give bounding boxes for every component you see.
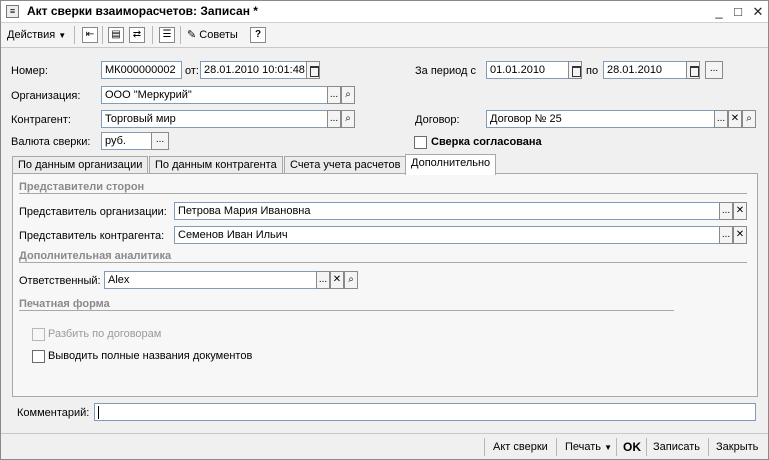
footer-separator bbox=[646, 438, 647, 456]
dropdown-arrow-icon: ▼ bbox=[604, 443, 613, 452]
select-button[interactable]: ... bbox=[719, 226, 733, 244]
advice-icon: ✎ bbox=[187, 29, 197, 41]
actions-menu[interactable]: Действия ▼ bbox=[7, 26, 66, 44]
period-to-field[interactable]: 28.01.2010 bbox=[603, 61, 687, 79]
org-rep-field[interactable]: Петрова Мария Ивановна bbox=[174, 202, 720, 220]
counterparty-field[interactable]: Торговый мир bbox=[101, 110, 328, 128]
move-left-icon[interactable]: ⇤ bbox=[82, 27, 98, 43]
number-field[interactable]: МК000000002 bbox=[101, 61, 182, 79]
dropdown-arrow-icon: ▼ bbox=[58, 31, 67, 40]
advice-label: Советы bbox=[199, 29, 238, 41]
act-button[interactable]: Акт сверки bbox=[493, 438, 548, 456]
document-icon: ≡ bbox=[6, 5, 19, 18]
section-divider bbox=[19, 310, 674, 311]
help-button[interactable]: ? bbox=[250, 27, 266, 43]
print-label: Печать bbox=[565, 441, 602, 453]
footer-bar: Акт сверки Печать ▼ OK Записать Закрыть bbox=[1, 433, 768, 459]
select-button[interactable]: ... bbox=[327, 110, 341, 128]
toolbar-separator bbox=[180, 26, 181, 44]
split-by-contracts-label: Разбить по договорам bbox=[48, 328, 162, 340]
text-cursor bbox=[98, 405, 99, 419]
search-icon[interactable]: ⌕ bbox=[742, 110, 756, 128]
toolbar-separator bbox=[74, 26, 75, 44]
date-label: от: bbox=[185, 65, 199, 77]
organization-label: Организация: bbox=[11, 90, 81, 102]
tab-panel: Представители сторон Представитель орган… bbox=[12, 173, 758, 397]
ok-button[interactable]: OK bbox=[623, 438, 641, 456]
cp-rep-label: Представитель контрагента: bbox=[19, 230, 165, 242]
section-title-print-form: Печатная форма bbox=[19, 298, 110, 310]
close-window-button[interactable]: ✕ bbox=[750, 4, 766, 20]
period-select-button[interactable]: ... bbox=[705, 61, 723, 79]
structure-icon[interactable]: ⇄ bbox=[129, 27, 145, 43]
tab-organization-data[interactable]: По данным организации bbox=[12, 156, 149, 174]
date-field[interactable]: 28.01.2010 10:01:48 bbox=[200, 61, 307, 79]
responsible-field[interactable]: Alex bbox=[104, 271, 317, 289]
journal-icon[interactable]: ☰ bbox=[159, 27, 175, 43]
contract-field[interactable]: Договор № 25 bbox=[486, 110, 715, 128]
currency-label: Валюта сверки: bbox=[11, 136, 91, 148]
tab-counterparty-data[interactable]: По данным контрагента bbox=[149, 156, 283, 174]
minimize-button[interactable]: _ bbox=[711, 4, 727, 20]
footer-separator bbox=[484, 438, 485, 456]
toolbar: Действия ▼ ⇤ ▤ ⇄ ☰ ✎ Советы ? bbox=[1, 23, 768, 48]
document-view-icon[interactable]: ▤ bbox=[108, 27, 124, 43]
counterparty-label: Контрагент: bbox=[11, 114, 71, 126]
calendar-icon[interactable] bbox=[306, 61, 320, 79]
document-window: ≡ Акт сверки взаиморасчетов: Записан * _… bbox=[0, 0, 769, 460]
section-title-representatives: Представители сторон bbox=[19, 181, 145, 193]
agreed-label: Сверка согласована bbox=[431, 136, 542, 148]
select-button[interactable]: ... bbox=[327, 86, 341, 104]
split-by-contracts-checkbox[interactable] bbox=[32, 328, 45, 341]
section-divider bbox=[19, 262, 747, 263]
calendar-icon[interactable] bbox=[686, 61, 700, 79]
clear-icon[interactable]: ✕ bbox=[330, 271, 344, 289]
toolbar-separator bbox=[102, 26, 103, 44]
print-menu[interactable]: Печать ▼ bbox=[565, 438, 612, 456]
search-icon[interactable]: ⌕ bbox=[344, 271, 358, 289]
organization-field[interactable]: ООО "Меркурий" bbox=[101, 86, 328, 104]
select-button[interactable]: ... bbox=[151, 132, 169, 150]
currency-field[interactable]: руб. bbox=[101, 132, 152, 150]
actions-label: Действия bbox=[7, 29, 56, 41]
footer-separator bbox=[616, 438, 617, 456]
section-title-analytics: Дополнительная аналитика bbox=[19, 250, 172, 262]
select-button[interactable]: ... bbox=[714, 110, 728, 128]
search-icon[interactable]: ⌕ bbox=[341, 110, 355, 128]
maximize-button[interactable]: □ bbox=[730, 4, 746, 20]
clear-icon[interactable]: ✕ bbox=[733, 202, 747, 220]
section-divider bbox=[19, 193, 747, 194]
title-bar: ≡ Акт сверки взаиморасчетов: Записан * _… bbox=[1, 1, 768, 23]
toolbar-separator bbox=[152, 26, 153, 44]
search-icon[interactable]: ⌕ bbox=[341, 86, 355, 104]
clear-icon[interactable]: ✕ bbox=[728, 110, 742, 128]
period-from-field[interactable]: 01.01.2010 bbox=[486, 61, 569, 79]
footer-separator bbox=[556, 438, 557, 456]
cp-rep-field[interactable]: Семенов Иван Ильич bbox=[174, 226, 720, 244]
period-label: За период с bbox=[415, 65, 477, 77]
agreed-checkbox[interactable] bbox=[414, 136, 427, 149]
full-names-checkbox[interactable] bbox=[32, 350, 45, 363]
number-label: Номер: bbox=[11, 65, 48, 77]
select-button[interactable]: ... bbox=[719, 202, 733, 220]
select-button[interactable]: ... bbox=[316, 271, 330, 289]
tab-additional[interactable]: Дополнительно bbox=[405, 154, 497, 175]
org-rep-label: Представитель организации: bbox=[19, 206, 167, 218]
advice-button[interactable]: ✎ Советы bbox=[187, 26, 238, 44]
full-names-label: Выводить полные названия документов bbox=[48, 350, 253, 362]
contract-label: Договор: bbox=[415, 114, 460, 126]
comment-field[interactable] bbox=[94, 403, 756, 421]
period-to-label: по bbox=[586, 65, 599, 77]
save-button[interactable]: Записать bbox=[653, 438, 700, 456]
responsible-label: Ответственный: bbox=[19, 275, 101, 287]
calendar-icon[interactable] bbox=[568, 61, 582, 79]
tab-settlement-accounts[interactable]: Счета учета расчетов bbox=[284, 156, 407, 174]
close-button[interactable]: Закрыть bbox=[716, 438, 758, 456]
footer-separator bbox=[708, 438, 709, 456]
window-title: Акт сверки взаиморасчетов: Записан * bbox=[27, 4, 258, 18]
clear-icon[interactable]: ✕ bbox=[733, 226, 747, 244]
comment-label: Комментарий: bbox=[17, 407, 90, 419]
